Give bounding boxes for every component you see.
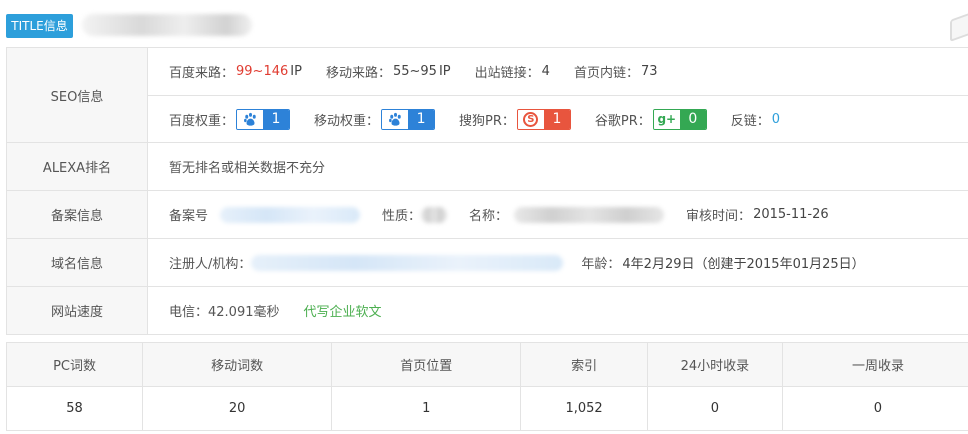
keyword-stats-table: PC词数 移动词数 首页位置 索引 24小时收录 一周收录 58 20 1 1,… [6,342,968,431]
stats-value-row: 58 20 1 1,052 0 0 [7,387,968,431]
mobile-weight: 移动权重： 1 [314,108,436,130]
stats-header-cell: 移动词数 [143,343,333,386]
stats-value-cell: 0 [783,387,968,430]
stats-value-cell: 0 [648,387,783,430]
stats-value-cell: 20 [143,387,333,430]
icp-label: 备案信息 [7,191,148,238]
domain-row: 域名信息 注册人/机构： 年龄： 4年2月29日（创建于2015年01月25日） [7,239,968,287]
icp-review-time: 审核时间： 2015-11-26 [686,207,829,224]
stats-header-cell: PC词数 [7,343,144,386]
speed-label: 网站速度 [7,287,148,334]
baidu-source-value[interactable]: 99~146 [236,64,288,79]
promo-link[interactable]: 代写企业软文 [304,301,382,320]
seo-weight-line: 百度权重： 1 移动权重： 1 搜狗PR： S 1 谷歌PR： g+ 0 反链：… [148,95,968,142]
backlinks-value[interactable]: 0 [772,112,780,127]
baidu-weight-badge[interactable]: 1 [236,108,291,130]
seo-row: SEO信息 百度来路： 99~146 IP 移动来路： 55~95 IP 出站链… [7,48,968,143]
title-badge: TITLE信息 [6,14,73,38]
seo-label: SEO信息 [7,48,148,142]
stats-header-cell: 一周收录 [783,343,968,386]
sogou-pr-badge[interactable]: S 1 [516,108,571,130]
stats-header-cell: 索引 [521,343,648,386]
site-info-table: SEO信息 百度来路： 99~146 IP 移动来路： 55~95 IP 出站链… [6,47,968,335]
registrant: 注册人/机构： [169,253,564,272]
baidu-source: 百度来路： 99~146 IP [169,64,302,81]
backlinks: 反链： 0 [730,111,781,129]
registrant-redacted [251,254,564,271]
stats-header-cell: 首页位置 [332,343,522,386]
stats-header-row: PC词数 移动词数 首页位置 索引 24小时收录 一周收录 [7,343,968,387]
telecom-speed: 电信：42.091毫秒 [169,305,280,320]
mobile-weight-badge[interactable]: 1 [381,108,436,130]
icp-name: 名称： [469,205,665,224]
google-plus-icon: g+ [653,109,680,129]
icp-number: 备案号 [169,205,361,224]
seo-traffic-line: 百度来路： 99~146 IP 移动来路： 55~95 IP 出站链接： 4 首… [148,48,968,95]
mobile-source: 移动来路： 55~95 IP [325,64,451,81]
icp-nature-redacted [421,206,448,223]
mobile-source-value: 55~95 [392,64,437,79]
sogou-icon: S [517,109,544,129]
domain-label: 域名信息 [7,239,148,286]
stats-value-cell: 58 [7,387,144,430]
stats-value-cell: 1,052 [521,387,648,430]
paw-icon [382,109,409,129]
layers-icon[interactable] [950,11,968,43]
alexa-label: ALEXA排名 [7,143,148,190]
title-redacted [82,14,252,36]
alexa-text: 暂无排名或相关数据不充分 [169,161,326,176]
paw-icon [237,109,264,129]
google-pr: 谷歌PR： g+ 0 [595,108,707,130]
outbound-links: 出站链接： 4 [474,64,550,81]
icp-row: 备案信息 备案号 性质： 名称： 审核时间： 2015-11-26 [7,191,968,239]
home-internal-links: 首页内链： 73 [573,64,658,81]
domain-age: 年龄： 4年2月29日（创建于2015年01月25日） [581,257,865,272]
stats-value-cell: 1 [332,387,522,430]
title-section: TITLE信息 [0,0,968,46]
speed-row: 网站速度 电信：42.091毫秒 代写企业软文 [7,287,968,335]
alexa-row: ALEXA排名 暂无排名或相关数据不充分 [7,143,968,191]
google-pr-badge[interactable]: g+ 0 [652,108,707,130]
sogou-pr: 搜狗PR： S 1 [459,108,571,130]
icp-number-redacted [220,206,361,223]
baidu-weight: 百度权重： 1 [169,108,291,130]
icp-nature: 性质： [382,205,448,224]
stats-header-cell: 24小时收录 [648,343,783,386]
icp-name-redacted [514,206,665,223]
